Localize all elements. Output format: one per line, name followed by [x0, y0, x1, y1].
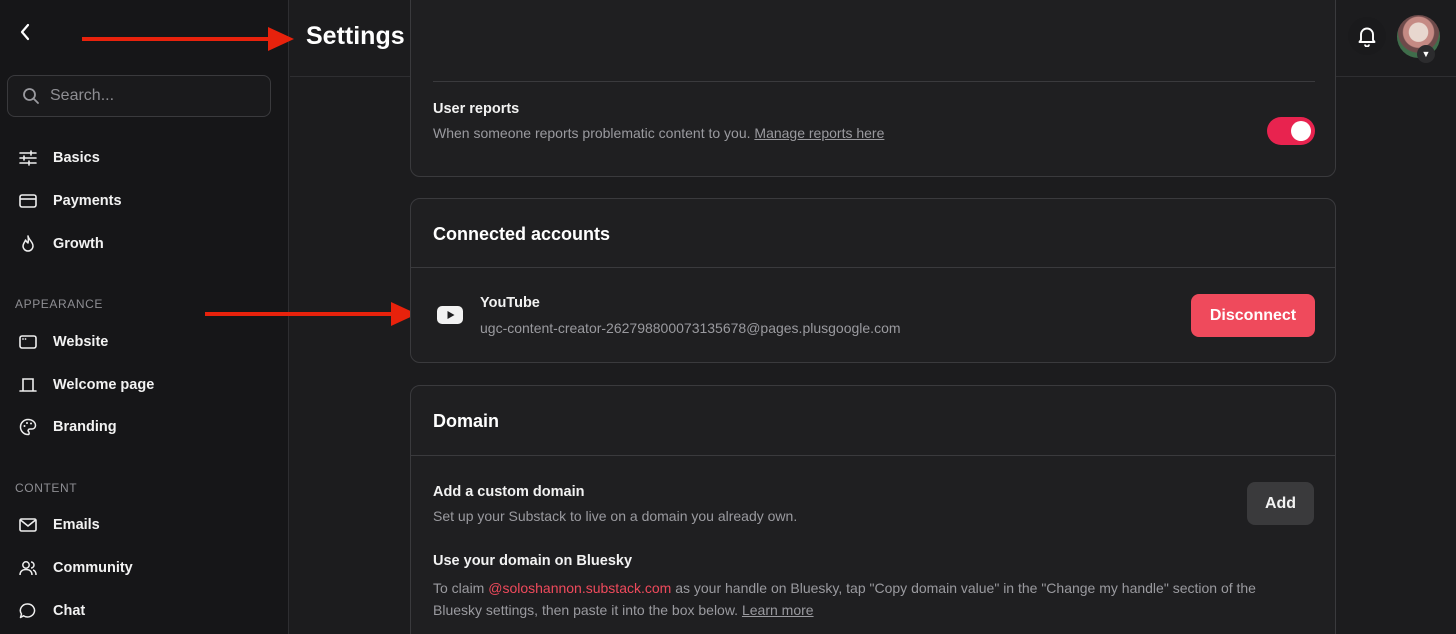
domain-title: Domain [433, 411, 500, 431]
sidebar-item-label: Emails [53, 517, 100, 533]
connected-accounts-title: Connected accounts [433, 224, 611, 244]
envelope-icon [18, 515, 38, 535]
custom-domain-row: Add a custom domain Set up your Substack… [411, 456, 1335, 526]
palette-icon [18, 417, 38, 437]
add-domain-button[interactable]: Add [1247, 482, 1314, 525]
manage-reports-link[interactable]: Manage reports here [754, 125, 884, 141]
sidebar-item-website[interactable]: Website [18, 330, 108, 354]
chevron-left-icon [20, 23, 30, 41]
account-email: ugc-content-creator-262798800073135678@p… [480, 320, 901, 336]
sidebar-item-basics[interactable]: Basics [18, 146, 100, 170]
bluesky-title: Use your domain on Bluesky [433, 553, 633, 569]
card-user-reports: User reports When someone reports proble… [410, 0, 1336, 177]
page-title: Settings [306, 22, 405, 50]
search-icon [23, 88, 39, 104]
sliders-icon [18, 148, 38, 168]
annotation-arrow-youtube [205, 302, 417, 326]
bluesky-description: To claim @soloshannon.substack.com as yo… [433, 577, 1313, 621]
user-reports-description: When someone reports problematic content… [433, 125, 884, 141]
chat-bubble-icon [18, 601, 38, 621]
user-reports-title: User reports [433, 101, 520, 117]
sidebar-item-growth[interactable]: Growth [18, 232, 104, 256]
browser-window-icon [18, 332, 38, 352]
sidebar-item-label: Growth [53, 236, 104, 252]
sidebar-item-label: Branding [53, 419, 117, 435]
card-connected-accounts: Connected accounts YouTube ugc-content-c… [410, 198, 1336, 363]
search-input[interactable] [50, 87, 250, 105]
divider [433, 81, 1315, 82]
sidebar-item-label: Payments [53, 193, 122, 209]
sidebar-item-payments[interactable]: Payments [18, 189, 122, 213]
sidebar-item-label: Chat [53, 603, 86, 619]
bluesky-row: Use your domain on Bluesky To claim @sol… [433, 553, 1313, 621]
welcome-page-icon [18, 375, 38, 395]
flame-icon [18, 234, 38, 254]
sidebar-item-chat[interactable]: Chat [18, 599, 85, 623]
bluesky-desc-text: as your handle on Bluesky, tap "Copy dom… [671, 580, 1256, 596]
sidebar-item-branding[interactable]: Branding [18, 415, 117, 439]
sidebar-item-label: Welcome page [53, 377, 155, 393]
disconnect-button[interactable]: Disconnect [1191, 294, 1315, 337]
annotation-arrow-settings [82, 27, 294, 51]
learn-more-link[interactable]: Learn more [742, 602, 814, 618]
custom-domain-description: Set up your Substack to live on a domain… [433, 508, 798, 524]
credit-card-icon [18, 191, 38, 211]
sidebar-item-label: Basics [53, 150, 100, 166]
bluesky-handle: @soloshannon.substack.com [488, 580, 672, 596]
people-icon [18, 558, 38, 578]
bluesky-desc-text: To claim [433, 580, 489, 596]
caret-down-icon[interactable]: ▼ [1417, 45, 1435, 63]
search-box[interactable] [7, 75, 271, 117]
bluesky-desc-text: Bluesky settings, then paste it into the… [433, 602, 739, 618]
youtube-icon [437, 306, 463, 329]
sidebar-item-label: Community [53, 560, 133, 576]
sidebar-item-emails[interactable]: Emails [18, 513, 100, 537]
custom-domain-title: Add a custom domain [433, 484, 585, 500]
card-domain: Domain Add a custom domain Set up your S… [410, 385, 1336, 634]
sidebar-item-welcome-page[interactable]: Welcome page [18, 373, 154, 397]
section-label-appearance: APPEARANCE [15, 297, 104, 311]
back-button[interactable] [14, 20, 36, 44]
account-name: YouTube [480, 295, 540, 311]
app-root: Basics Payments Growth APPEARANCE Websit… [0, 0, 1456, 634]
user-reports-description-text: When someone reports problematic content… [433, 125, 751, 141]
sidebar-item-label: Website [53, 334, 109, 350]
bell-icon [1358, 27, 1376, 47]
sidebar-item-community[interactable]: Community [18, 556, 133, 580]
header-notifications-button[interactable] [1348, 17, 1386, 55]
user-reports-toggle[interactable] [1267, 117, 1315, 145]
section-label-content: CONTENT [15, 481, 78, 495]
youtube-account-row: YouTube ugc-content-creator-262798800073… [411, 268, 1335, 363]
